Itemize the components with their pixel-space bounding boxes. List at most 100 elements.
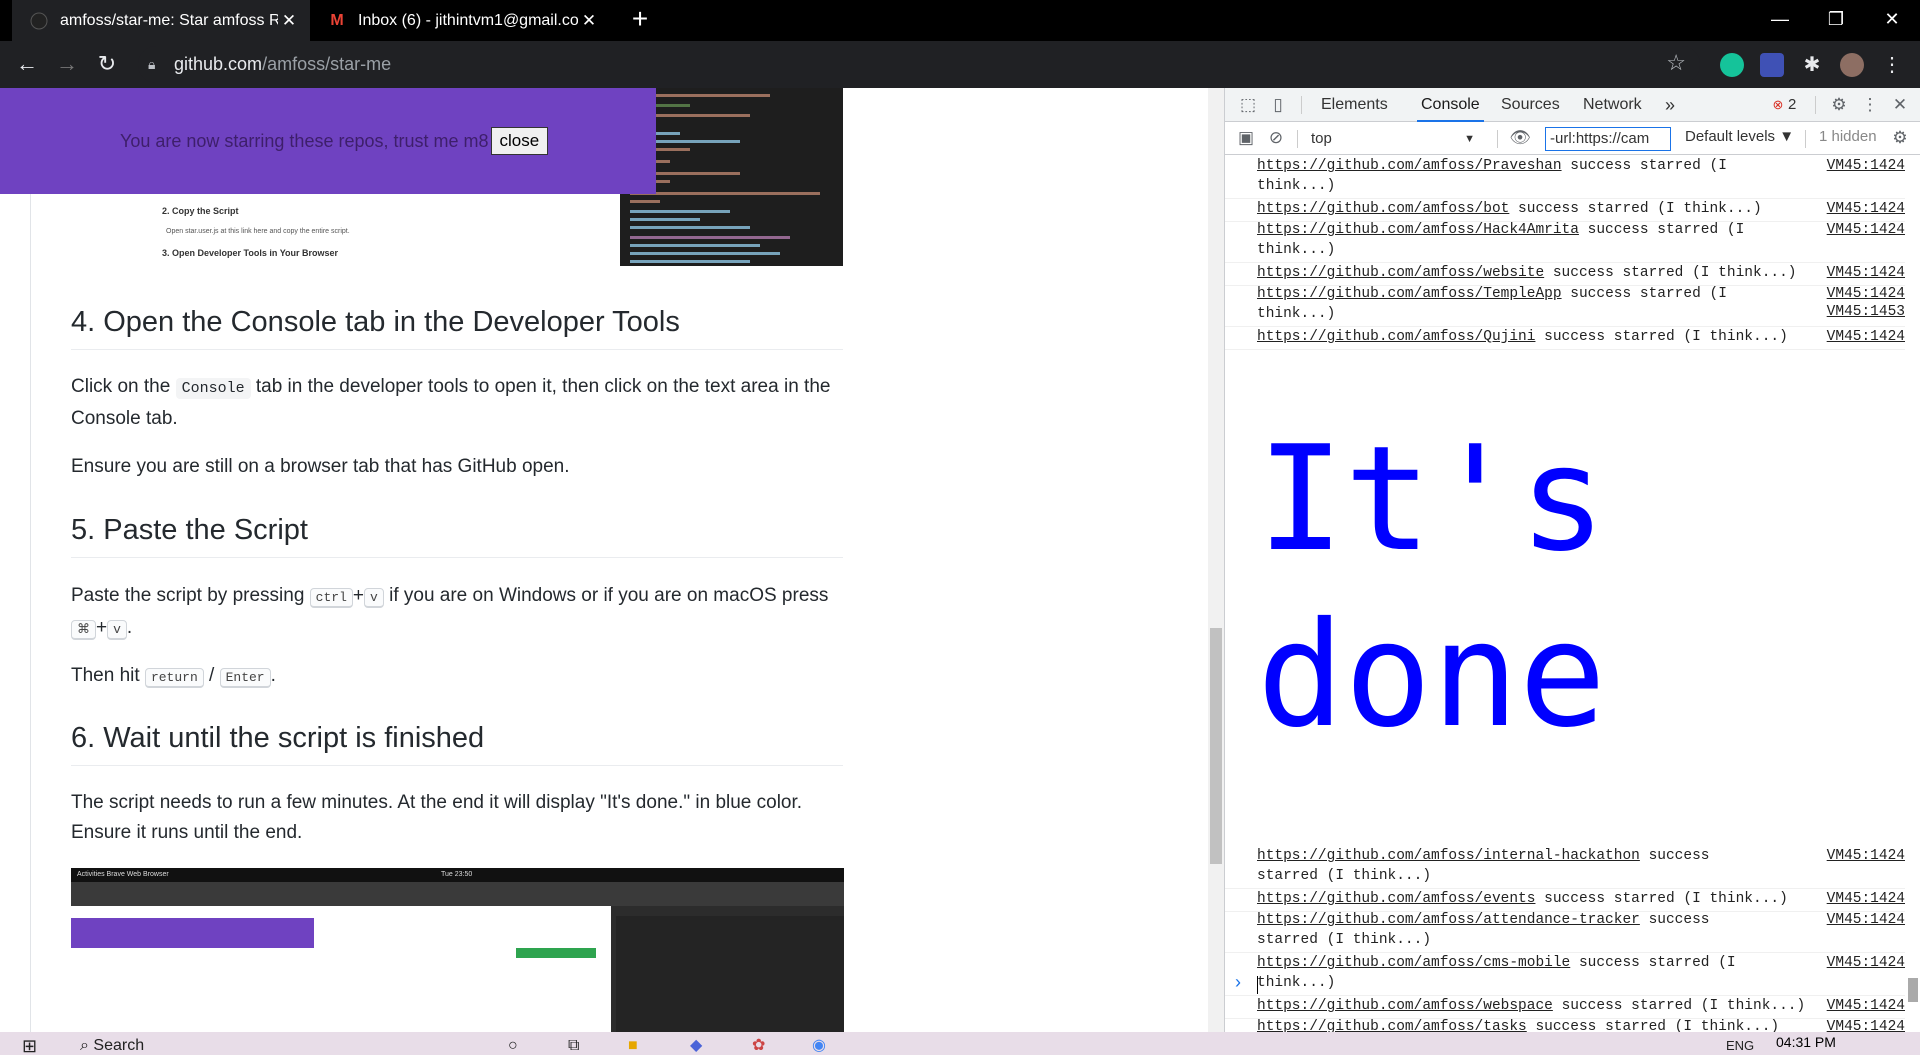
log-source-link[interactable]: VM45:1424 [1827,910,1905,930]
repo-link[interactable]: https://github.com/amfoss/Praveshan [1257,158,1562,174]
repo-link[interactable]: https://github.com/amfoss/website [1257,265,1544,281]
log-source-link[interactable]: VM45:1424 [1827,996,1905,1016]
console-scrollbar-thumb[interactable] [1908,978,1918,1002]
console-log-message: https://github.com/amfoss/website succes… [1257,263,1877,283]
console-scrollbar[interactable] [1905,156,1920,1032]
console-filter-input[interactable]: -url:https://cam [1545,127,1671,151]
browser-menu-icon[interactable]: ⋮ [1880,53,1904,77]
taskbar-clock[interactable]: 04:31 PM [1776,1034,1836,1050]
tab-title: amfoss/star-me: Star amfoss Rep [60,11,278,29]
console-log-message: https://github.com/amfoss/tasks success … [1257,1017,1877,1032]
app-icon[interactable]: ✿ [752,1032,765,1055]
log-source-link[interactable]: VM45:1424 [1827,889,1905,909]
minimize-button[interactable]: — [1752,0,1808,41]
taskbar-search[interactable]: ⌕ Search [80,1032,144,1055]
windows-start-icon[interactable]: ⊞ [22,1032,37,1055]
context-select[interactable]: top ▼ [1311,128,1475,150]
clear-console-icon[interactable]: ⊘ [1265,127,1287,149]
more-tabs-button[interactable]: » [1665,88,1675,122]
github-favicon-icon [30,12,48,30]
page-scrollbar-thumb[interactable] [1210,628,1222,864]
log-source-link[interactable]: VM45:1424 [1827,220,1905,240]
kbd-return: return [144,668,204,688]
hidden-messages-count: 1 hidden [1819,128,1877,145]
log-source-link[interactable]: VM45:1424 [1827,846,1905,866]
bookmark-star-icon[interactable]: ☆ [1666,50,1686,76]
tab-sources[interactable]: Sources [1501,88,1560,122]
tab-console[interactable]: Console [1417,88,1484,122]
forward-arrow-icon[interactable]: → [51,49,83,81]
console-log-message: https://github.com/amfoss/webspace succe… [1257,996,1877,1016]
banner-close-button[interactable]: close [490,127,549,155]
log-source-link[interactable]: VM45:1424 [1827,1017,1905,1032]
devtools-toolbar: ⬚ ▯ Elements Console Sources Network » ⊗… [1225,88,1920,122]
omnibox[interactable]: 🔒︎ github.com/amfoss/star-me ☆ [138,46,1700,83]
repo-link[interactable]: https://github.com/amfoss/attendance-tra… [1257,912,1640,928]
log-source-link[interactable]: VM45:1424 [1827,156,1905,176]
tab-network[interactable]: Network [1583,88,1642,122]
back-arrow-icon[interactable]: ← [11,49,43,81]
screenshot-clone-button [516,948,596,958]
log-source-link[interactable]: VM45:1424 [1827,327,1905,347]
profile-avatar[interactable] [1840,53,1864,77]
screen-recorder-extension-icon[interactable] [1760,53,1784,77]
repo-link[interactable]: https://github.com/amfoss/Hack4Amrita [1257,222,1579,238]
log-source-link[interactable]: VM45:1424 [1827,199,1905,219]
extensions-puzzle-icon[interactable]: ✱ [1800,53,1824,77]
kbd-enter: Enter [219,668,271,688]
repo-link[interactable]: https://github.com/amfoss/tasks [1257,1019,1527,1032]
screenshot-console [616,916,844,1032]
log-text: success starred (I think...) [1544,329,1788,345]
screenshot-banner [71,918,314,948]
repo-link[interactable]: https://github.com/amfoss/bot [1257,201,1509,217]
tab-title: Inbox (6) - jithintvm1@gmail.com [358,11,578,29]
repo-link[interactable]: https://github.com/amfoss/events [1257,891,1535,907]
paragraph-step-4b: Ensure you are still on a browser tab th… [71,456,570,477]
repo-link[interactable]: https://github.com/amfoss/cms-mobile [1257,955,1570,971]
console-log-message: https://github.com/amfoss/TempleApp succ… [1257,284,1777,324]
devtools-close-icon[interactable]: ✕ [1889,94,1911,116]
devtools-menu-icon[interactable]: ⋮ [1859,94,1881,116]
tab-elements[interactable]: Elements [1321,88,1388,122]
file-explorer-icon[interactable]: ■ [628,1032,638,1055]
repo-link[interactable]: https://github.com/amfoss/internal-hacka… [1257,848,1640,864]
window-close-button[interactable]: ✕ [1864,0,1920,41]
tab-close-icon[interactable]: ✕ [578,11,600,31]
task-view-icon[interactable]: ⧉ [568,1032,579,1055]
tab-inbox[interactable]: M Inbox (6) - jithintvm1@gmail.com ✕ [310,0,610,41]
new-tab-button[interactable]: + [624,4,656,36]
log-source-link[interactable]: VM45:1453 [1827,302,1905,322]
paragraph-step-6: The script needs to run a few minutes. A… [71,792,803,843]
tab-star-me[interactable]: amfoss/star-me: Star amfoss Rep ✕ [12,0,310,41]
console-input-caret[interactable] [1257,976,1258,994]
sidebar-toggle-icon[interactable]: ▣ [1235,127,1257,149]
settings-gear-icon[interactable]: ⚙ [1828,94,1850,116]
reload-icon[interactable]: ↻ [91,49,123,81]
vscode-icon[interactable]: ◆ [690,1032,702,1055]
error-icon[interactable]: ⊗ [1767,94,1789,116]
console-settings-gear-icon[interactable]: ⚙ [1889,127,1911,149]
repo-link[interactable]: https://github.com/amfoss/TempleApp [1257,286,1562,302]
log-text: success starred (I think...) [1544,891,1788,907]
device-toolbar-icon[interactable]: ▯ [1267,94,1289,116]
log-source-link[interactable]: VM45:1424 [1827,263,1905,283]
log-source-link[interactable]: VM45:1424 [1827,953,1905,973]
kbd-cmd: ⌘ [71,620,96,640]
grammarly-extension-icon[interactable] [1720,53,1744,77]
language-indicator[interactable]: ENG [1726,1032,1754,1055]
step-heading: 2. Copy the Script [162,206,239,216]
chrome-icon[interactable]: ◉ [812,1032,826,1055]
search-icon[interactable]: ○ [508,1032,518,1055]
repo-link[interactable]: https://github.com/amfoss/Qujini [1257,329,1535,345]
log-levels-dropdown[interactable]: Default levels ▼ [1685,128,1794,145]
error-count[interactable]: 2 [1788,88,1796,122]
tab-close-icon[interactable]: ✕ [278,11,300,31]
paragraph-step-5: Paste the script by pressing ctrl + v if y… [71,585,829,640]
step-heading: 3. Open Developer Tools in Your Browser [162,248,339,258]
live-expression-eye-icon[interactable]: 👁︎ [1509,127,1531,149]
repo-link[interactable]: https://github.com/amfoss/webspace [1257,998,1553,1014]
restore-button[interactable]: ❐ [1808,0,1864,41]
inspect-element-icon[interactable]: ⬚ [1237,94,1259,116]
log-source-link[interactable]: VM45:1424 [1827,284,1905,304]
page-scrollbar[interactable] [1208,88,1224,1032]
